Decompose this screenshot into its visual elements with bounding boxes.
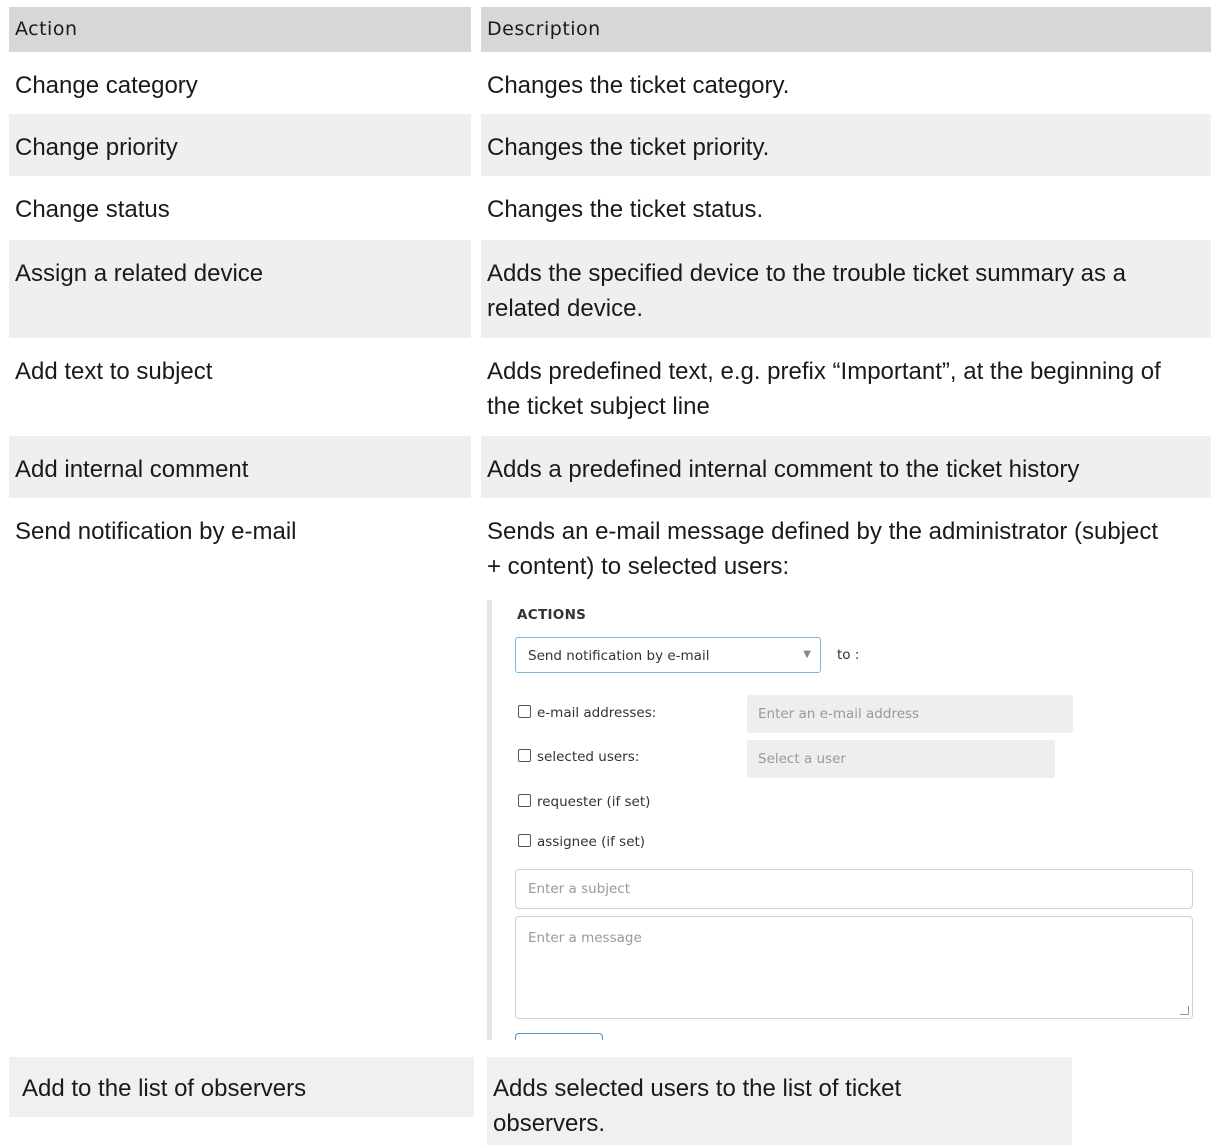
checkbox-selected-users[interactable]: selected users: (518, 749, 639, 765)
action-cell: Add text to subject (15, 358, 213, 385)
action-cell: Change category (15, 72, 198, 99)
description-cell: Adds predefined text, e.g. prefix “Impor… (487, 358, 1161, 420)
description-cell: Adds the specified device to the trouble… (487, 260, 1126, 322)
to-label: to : (837, 647, 860, 663)
table-row: Add internal comment Adds a predefined i… (0, 436, 1220, 498)
header-description-label: Description (487, 18, 601, 40)
panel-title: ACTIONS (517, 607, 587, 623)
panel-button[interactable] (515, 1033, 603, 1040)
select-user-input[interactable]: Select a user (747, 740, 1055, 778)
subject-input[interactable]: Enter a subject (515, 869, 1193, 909)
chevron-down-icon: ▼ (803, 649, 811, 660)
action-cell-bg: Add to the list of observers (9, 1057, 474, 1117)
resize-handle-icon[interactable] (1180, 1006, 1189, 1015)
action-select-value: Send notification by e-mail (528, 648, 710, 664)
action-select[interactable]: Send notification by e-mail ▼ (515, 637, 821, 673)
action-cell: Change priority (15, 134, 178, 161)
checkbox-email-addresses[interactable]: e-mail addresses: (518, 705, 656, 721)
checkbox-box[interactable] (518, 705, 531, 718)
description-cell: Adds selected users to the list of ticke… (493, 1075, 902, 1137)
action-cell: Add to the list of observers (22, 1075, 307, 1102)
checkbox-box[interactable] (518, 794, 531, 807)
description-cell-bg: Adds selected users to the list of ticke… (487, 1057, 1072, 1145)
message-textarea[interactable]: Enter a message (515, 916, 1193, 1019)
description-cell: Changes the ticket status. (487, 196, 764, 223)
email-address-input[interactable]: Enter an e-mail address (747, 695, 1073, 733)
action-cell: Assign a related device (15, 260, 264, 287)
checkbox-box[interactable] (518, 749, 531, 762)
table-row: Assign a related device Adds the specifi… (0, 240, 1220, 338)
checkbox-label: selected users: (537, 749, 640, 765)
table-row: Change category Changes the ticket categ… (0, 52, 1220, 114)
description-cell: Adds a predefined internal comment to th… (487, 456, 1080, 483)
checkbox-requester[interactable]: requester (if set) (518, 794, 650, 810)
description-cell: Sends an e-mail message defined by the a… (487, 518, 1159, 580)
checkbox-label: requester (if set) (537, 794, 651, 810)
description-cell: Changes the ticket category. (487, 72, 790, 99)
message-placeholder: Enter a message (528, 930, 642, 946)
checkbox-box[interactable] (518, 834, 531, 847)
action-cell: Change status (15, 196, 170, 223)
table-row: Change status Changes the ticket status. (0, 176, 1220, 240)
header-action-label: Action (15, 18, 78, 40)
table-header: Action Description (0, 7, 1220, 52)
checkbox-label: assignee (if set) (537, 834, 646, 850)
header-description: Description (481, 7, 1211, 52)
panel-left-border (487, 600, 492, 1040)
header-action: Action (9, 7, 471, 52)
checkbox-label: e-mail addresses: (537, 705, 657, 721)
table-row: Send notification by e-mail Sends an e-m… (0, 498, 1220, 598)
description-cell: Changes the ticket priority. (487, 134, 770, 161)
checkbox-assignee[interactable]: assignee (if set) (518, 834, 645, 850)
table-row: Change priority Changes the ticket prior… (0, 114, 1220, 176)
action-cell: Send notification by e-mail (15, 518, 297, 545)
actions-panel: ACTIONS Send notification by e-mail ▼ to… (487, 600, 1203, 1040)
table-row: Add text to subject Adds predefined text… (0, 338, 1220, 436)
action-cell: Add internal comment (15, 456, 249, 483)
